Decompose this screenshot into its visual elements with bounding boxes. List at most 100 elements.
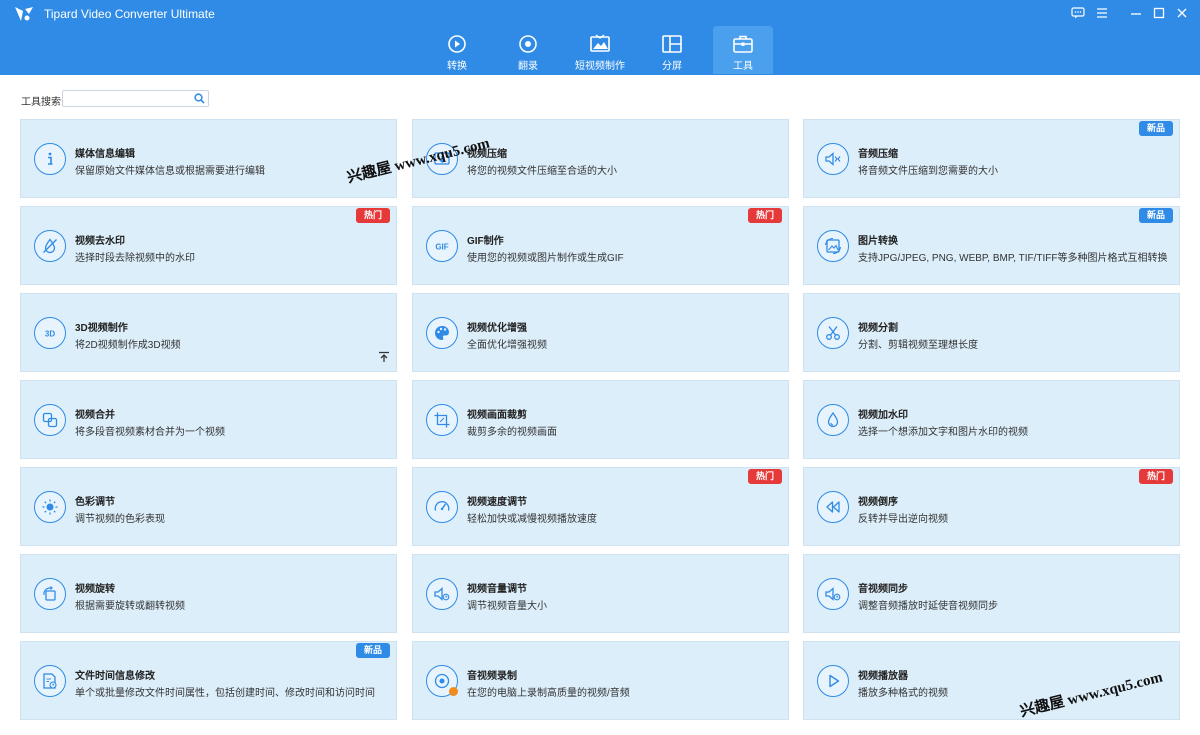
- tab-convert[interactable]: 转换: [427, 26, 487, 74]
- tool-card-title: 视频播放器: [858, 671, 908, 682]
- tool-card-title: 色彩调节: [75, 497, 115, 508]
- tool-card-title: 音频压缩: [858, 149, 898, 160]
- tool-card[interactable]: 视频分割分割、剪辑视频至理想长度: [803, 293, 1180, 372]
- tool-card-title: 3D视频制作: [75, 323, 128, 334]
- tool-card[interactable]: 音频压缩将音频文件压缩到您需要的大小 新品: [803, 119, 1180, 198]
- tab-rip[interactable]: 翻录: [498, 26, 558, 74]
- minimize-icon[interactable]: [1126, 4, 1146, 22]
- tool-card[interactable]: 视频速度调节轻松加快或减慢视频播放速度 热门: [412, 467, 789, 546]
- rotate-icon: [34, 578, 66, 610]
- tool-card-description: 调节视频的色彩表现: [75, 514, 165, 525]
- tool-search-box: [62, 90, 209, 109]
- tool-card-title: 音视频同步: [858, 584, 908, 595]
- tool-search-input[interactable]: [63, 94, 191, 109]
- file-date-icon: [34, 665, 66, 697]
- tool-card-description: 将音频文件压缩到您需要的大小: [858, 166, 998, 177]
- tool-card-description: 轻松加快或减慢视频播放速度: [467, 514, 597, 525]
- menu-icon[interactable]: [1092, 4, 1112, 22]
- tool-card-description: 播放多种格式的视频: [858, 688, 948, 699]
- info-icon: [34, 143, 66, 175]
- tab-mv-label: 短视频制作: [575, 61, 625, 72]
- tool-card[interactable]: 视频画面裁剪 裁剪多余的视频画面: [412, 380, 789, 459]
- hot-badge: 热门: [748, 208, 782, 223]
- feedback-icon[interactable]: [1068, 4, 1088, 22]
- tool-card-description: 裁剪多余的视频画面: [467, 427, 557, 438]
- tool-card[interactable]: 视频压缩 将您的视频文件压缩至合适的大小: [412, 119, 789, 198]
- recording-dot-icon: [449, 687, 458, 696]
- tool-card[interactable]: 图片转换 支持JPG/JPEG, PNG, WEBP, BMP, TIF/TIFF…: [803, 206, 1180, 285]
- tool-card-description: 反转并导出逆向视频: [858, 514, 948, 525]
- tool-card-description: 使用您的视频或图片制作或生成GIF: [467, 253, 624, 264]
- back-to-top-icon[interactable]: [378, 351, 390, 363]
- close-icon[interactable]: [1172, 4, 1192, 22]
- svg-text:3D: 3D: [45, 330, 55, 339]
- tool-card[interactable]: 视频合并 将多段音视频素材合并为一个视频: [20, 380, 397, 459]
- tool-card-title: 视频旋转: [75, 584, 115, 595]
- tool-card[interactable]: GIF GIF制作使用您的视频或图片制作或生成GIF 热门: [412, 206, 789, 285]
- color-adjust-icon: [34, 491, 66, 523]
- hot-badge: 热门: [748, 469, 782, 484]
- tool-card[interactable]: 视频旋转根据需要旋转或翻转视频: [20, 554, 397, 633]
- tool-card-title: 视频倒序: [858, 497, 898, 508]
- audio-compress-icon: [817, 143, 849, 175]
- volume-icon: [426, 578, 458, 610]
- tool-card[interactable]: 视频去水印选择时段去除视频中的水印 热门: [20, 206, 397, 285]
- search-icon[interactable]: [194, 93, 205, 104]
- palette-icon: [426, 317, 458, 349]
- title-bar: Tipard Video Converter Ultimate 转换 翻录 短视…: [0, 0, 1200, 75]
- tool-card[interactable]: 视频音量调节 调节视频音量大小: [412, 554, 789, 633]
- hot-badge: 热门: [1139, 469, 1173, 484]
- tool-card-title: 视频速度调节: [467, 497, 527, 508]
- tool-card-title: 视频优化增强: [467, 323, 527, 334]
- tool-card-description: 调整音频播放时延使音视频同步: [858, 601, 998, 612]
- mv-icon: [590, 34, 610, 52]
- reverse-icon: [817, 491, 849, 523]
- tab-collage[interactable]: 分屏: [642, 26, 702, 74]
- scissors-icon: [817, 317, 849, 349]
- toolbox-icon: [733, 35, 753, 53]
- tab-mv[interactable]: 短视频制作: [569, 26, 631, 74]
- tool-card[interactable]: 3D 3D视频制作将2D视频制作成3D视频: [20, 293, 397, 372]
- tool-card[interactable]: 视频倒序反转并导出逆向视频 热门: [803, 467, 1180, 546]
- svg-text:GIF: GIF: [435, 243, 448, 252]
- rip-icon: [519, 35, 537, 53]
- tool-card-title: 视频加水印: [858, 410, 908, 421]
- tool-card-title: 图片转换: [858, 236, 898, 247]
- new-badge: 新品: [356, 643, 390, 658]
- hot-badge: 热门: [356, 208, 390, 223]
- tool-card[interactable]: 媒体信息编辑保留原始文件媒体信息或根据需要进行编辑: [20, 119, 397, 198]
- audio-sync-icon: [817, 578, 849, 610]
- tool-card[interactable]: 文件时间信息修改 单个或批量修改文件时间属性，包括创建时间、修改时间和访问时间 新品: [20, 641, 397, 720]
- tool-card[interactable]: 音视频同步调整音频播放时延使音视频同步: [803, 554, 1180, 633]
- tool-card-description: 分割、剪辑视频至理想长度: [858, 340, 978, 351]
- tool-card-description: 调节视频音量大小: [467, 601, 547, 612]
- tool-card[interactable]: 音视频录制 在您的电脑上录制高质量的视频/音频: [412, 641, 789, 720]
- gif-icon: GIF: [426, 230, 458, 262]
- tab-collage-label: 分屏: [662, 61, 682, 72]
- tab-toolbox-label: 工具: [733, 61, 753, 72]
- tool-card[interactable]: 视频优化增强全面优化增强视频: [412, 293, 789, 372]
- tool-card-description: 选择时段去除视频中的水印: [75, 253, 195, 264]
- tab-toolbox[interactable]: 工具: [713, 26, 773, 74]
- app-title: Tipard Video Converter Ultimate: [44, 7, 215, 21]
- tool-card-title: 视频合并: [75, 410, 115, 421]
- tool-card-title: 音视频录制: [467, 671, 517, 682]
- watermark-add-icon: [817, 404, 849, 436]
- tool-card-description: 将2D视频制作成3D视频: [75, 340, 181, 351]
- new-badge: 新品: [1139, 121, 1173, 136]
- tool-card-description: 根据需要旋转或翻转视频: [75, 601, 185, 612]
- tool-card[interactable]: 视频加水印选择一个想添加文字和图片水印的视频: [803, 380, 1180, 459]
- collage-icon: [662, 35, 682, 53]
- tool-card-description: 将您的视频文件压缩至合适的大小: [467, 166, 617, 177]
- maximize-icon[interactable]: [1149, 4, 1169, 22]
- speed-icon: [426, 491, 458, 523]
- tool-card-description: 全面优化增强视频: [467, 340, 547, 351]
- tool-card-title: 视频分割: [858, 323, 898, 334]
- tool-card-description: 保留原始文件媒体信息或根据需要进行编辑: [75, 166, 265, 177]
- tool-card[interactable]: 色彩调节调节视频的色彩表现: [20, 467, 397, 546]
- tool-card-title: 视频去水印: [75, 236, 125, 247]
- tab-rip-label: 翻录: [518, 61, 538, 72]
- tool-card-title: 媒体信息编辑: [75, 149, 135, 160]
- tool-card-description: 选择一个想添加文字和图片水印的视频: [858, 427, 1028, 438]
- tool-card-title: GIF制作: [467, 236, 504, 247]
